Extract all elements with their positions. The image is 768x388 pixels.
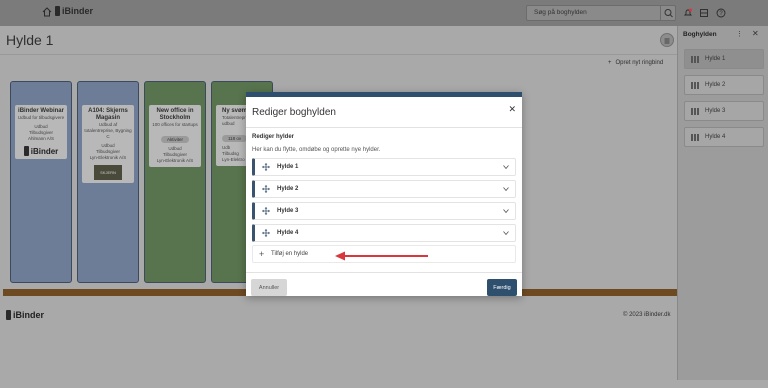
page-title: Hylde 1 [6, 32, 54, 48]
add-shelf-label: Tilføj en hylde [271, 251, 309, 257]
section-description: Her kan du flytte, omdøbe og oprette nye… [252, 147, 381, 153]
sidebar-item-hylde-4[interactable]: Hylde 4 [684, 127, 764, 147]
sidebar-item-hylde-2[interactable]: Hylde 2 [684, 75, 764, 95]
add-binding-button[interactable]: + Opret nyt ringbind [608, 60, 663, 66]
sidebar-item-label: Hylde 3 [705, 108, 726, 114]
plus-icon: + [608, 60, 612, 66]
more-options-icon[interactable]: ⋮ [736, 30, 743, 38]
status-badge: Aktiviter [160, 136, 189, 143]
footer-logo: iBinder [6, 310, 44, 320]
binder-card: A104: Skjerns Magasin Udbud af totalentr… [82, 105, 134, 183]
sidebar-item-hylde-3[interactable]: Hylde 3 [684, 101, 764, 121]
binder-a104-skjerns-magasin[interactable]: A104: Skjerns Magasin Udbud af totalentr… [77, 81, 139, 283]
binder-title: iBinder Webinar [18, 108, 64, 114]
logo-mark-icon [23, 146, 29, 156]
modal-title: Rediger boghylden [252, 107, 336, 118]
shelf-row[interactable]: Hylde 4 [252, 224, 516, 242]
arrow-annotation-icon [335, 251, 428, 261]
divider [246, 272, 522, 273]
app-logo[interactable]: iBinder [55, 6, 93, 16]
panel-title: Boghylden [683, 31, 717, 38]
shelf-row-label: Hylde 3 [277, 208, 299, 214]
binder-new-office-stockholm[interactable]: New office in Stockholm 100 offices for … [144, 81, 206, 283]
shelf-row-label: Hylde 1 [277, 164, 299, 170]
logo-mark-icon [55, 6, 60, 16]
done-button[interactable]: Færdig [487, 279, 517, 296]
divider [246, 127, 522, 128]
shelf-row[interactable]: Hylde 3 [252, 202, 516, 220]
shelf-icon [691, 81, 699, 89]
sidebar-item-label: Hylde 2 [705, 82, 726, 88]
chevron-down-icon[interactable] [503, 186, 509, 192]
binder-ibinder-webinar[interactable]: iBinder Webinar Udbud for tilbudsgivere … [10, 81, 72, 283]
notifications-icon[interactable] [683, 8, 693, 18]
shelf-icon [691, 107, 699, 115]
drag-handle-icon[interactable] [262, 207, 270, 215]
section-title: Rediger hylder [252, 134, 295, 140]
close-icon[interactable]: ✕ [508, 104, 516, 115]
binder-logo: iBinder [17, 146, 65, 156]
binder-card: New office in Stockholm 100 offices for … [149, 105, 201, 167]
home-icon[interactable] [42, 7, 52, 17]
drag-handle-icon[interactable] [262, 185, 270, 193]
header-divider [0, 54, 677, 55]
shelf-row[interactable]: Hylde 2 [252, 180, 516, 198]
chevron-down-icon[interactable] [503, 164, 509, 170]
top-bar: iBinder Søg på boghylden ? [0, 0, 768, 26]
shelf-row[interactable]: Hylde 1 [252, 158, 516, 176]
add-binding-label: Opret nyt ringbind [615, 60, 664, 66]
logo-mark-icon [6, 310, 11, 320]
binder-title: A104: Skjerns Magasin [88, 108, 128, 121]
edit-bookshelf-modal: Rediger boghylden ✕ Rediger hylder Her k… [246, 92, 522, 296]
plus-icon: + [259, 249, 265, 259]
sidebar-item-hylde-1[interactable]: Hylde 1 [684, 49, 764, 69]
drag-handle-icon[interactable] [262, 163, 270, 171]
drag-handle-icon[interactable] [262, 229, 270, 237]
chevron-down-icon[interactable] [503, 208, 509, 214]
shelf-row-label: Hylde 2 [277, 186, 299, 192]
search-button[interactable] [660, 6, 675, 20]
copyright: © 2023 iBinder.dk [623, 312, 671, 318]
shelf-row-label: Hylde 4 [277, 230, 299, 236]
shelf-icon [691, 55, 699, 63]
bookshelf-panel: Boghylden ⋮ ✕ Hylde 1 Hylde 2 Hylde 3 Hy… [677, 26, 768, 380]
close-icon[interactable]: ✕ [752, 29, 759, 38]
sidebar-item-label: Hylde 1 [705, 56, 726, 62]
search-input[interactable]: Søg på boghylden [526, 5, 676, 21]
shelf-menu-button[interactable] [660, 33, 674, 47]
status-badge: 118 ov [222, 135, 248, 142]
search-placeholder: Søg på boghylden [534, 9, 587, 16]
cancel-button[interactable]: Annuller [251, 279, 287, 296]
binder-line: Udbud af totalentreprise, Bygning C [84, 122, 132, 139]
binder-line: Lyn-Elektronik A/S [89, 155, 127, 160]
binder-line: Lyn-Elektronik A/S [156, 158, 194, 163]
binder-card: iBinder Webinar Udbud for tilbudsgivere … [15, 105, 67, 159]
shelf-icon [691, 133, 699, 141]
binder-image: SKJERN [94, 165, 122, 180]
binder-line: Udbud for tilbudsgivere [17, 115, 65, 120]
chevron-down-icon[interactable] [503, 230, 509, 236]
menu-icon [664, 38, 670, 44]
organization-icon[interactable] [699, 8, 709, 18]
help-icon[interactable]: ? [716, 8, 726, 18]
binder-title: New office in Stockholm [156, 108, 194, 121]
sidebar-item-label: Hylde 4 [705, 134, 726, 140]
binder-line: 100 offices for startups [152, 122, 198, 127]
binder-line: Ahlmann A/S [27, 136, 54, 141]
search-icon [664, 9, 673, 18]
add-shelf-button[interactable]: + Tilføj en hylde [252, 245, 516, 263]
